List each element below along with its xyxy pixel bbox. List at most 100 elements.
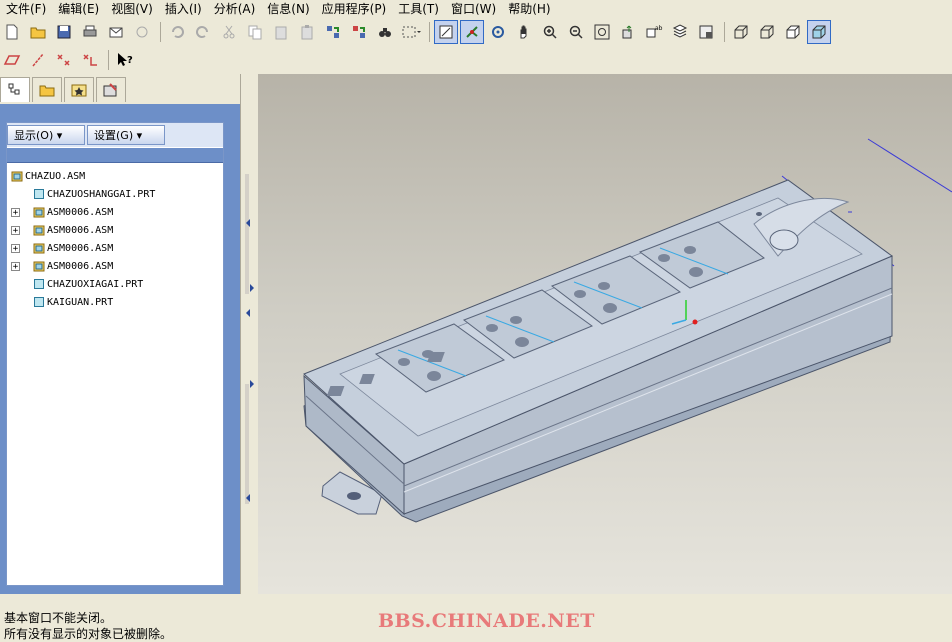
toolbar-separator (724, 22, 725, 42)
no-hidden-icon[interactable] (781, 20, 805, 44)
navigator-panel: 显示(O) ▾ 设置(G) ▾ CHAZUO.ASM CHAZUOSHANGGAI… (0, 104, 240, 594)
tree-node[interactable]: CHAZUOXIAGAI.PRT (7, 275, 223, 293)
repaint-icon[interactable] (434, 20, 458, 44)
main-toolbar: ab (0, 19, 952, 45)
tree-node[interactable]: + ASM0006.ASM (7, 203, 223, 221)
regenerate-icon[interactable] (321, 20, 345, 44)
pan-hand-icon[interactable] (512, 20, 536, 44)
open-folder-icon[interactable] (26, 20, 50, 44)
send-mail-icon[interactable] (104, 20, 128, 44)
zoom-in-icon[interactable] (538, 20, 562, 44)
svg-text:?: ? (127, 55, 133, 66)
tree-node-label: ASM0006.ASM (47, 206, 114, 218)
datum-toolbar: ? (0, 47, 952, 73)
expand-icon[interactable]: + (11, 261, 20, 271)
expand-icon[interactable]: + (11, 225, 20, 235)
menu-item[interactable]: 视图(V) (105, 0, 159, 18)
status-message-2: 所有没有显示的对象已被删除。 (4, 627, 173, 641)
part-icon (34, 297, 44, 307)
context-help-icon[interactable]: ? (113, 48, 137, 72)
toolbar-separator (108, 50, 109, 70)
datum-plane-display-icon[interactable] (0, 48, 24, 72)
menu-item[interactable]: 文件(F) (0, 0, 52, 18)
tree-node[interactable]: + ASM0006.ASM (7, 221, 223, 239)
layers-icon[interactable] (668, 20, 692, 44)
part-icon (34, 189, 44, 199)
saved-views-icon[interactable]: ab (642, 20, 666, 44)
tree-node-label: KAIGUAN.PRT (47, 296, 114, 308)
new-file-icon[interactable] (0, 20, 24, 44)
tree-node[interactable]: CHAZUO.ASM (7, 167, 223, 185)
model-tree-pane: 显示(O) ▾ 设置(G) ▾ CHAZUO.ASM CHAZUOSHANGGAI… (6, 122, 224, 586)
tree-node[interactable]: KAIGUAN.PRT (7, 293, 223, 311)
tree-node-label: CHAZUOSHANGGAI.PRT (47, 188, 156, 200)
toolbar-separator (160, 22, 161, 42)
svg-text:ab: ab (655, 25, 663, 32)
coordinate-system-display-icon[interactable] (78, 48, 102, 72)
reorient-icon[interactable] (616, 20, 640, 44)
tab-model-tree[interactable] (0, 77, 30, 102)
show-dropdown-button[interactable]: 显示(O) ▾ (7, 125, 85, 145)
wireframe-icon[interactable] (729, 20, 753, 44)
assembly-icon (33, 261, 45, 272)
menu-bar: 文件(F) 编辑(E) 视图(V) 插入(I) 分析(A) 信息(N) 应用程序(P) 工具(… (0, 0, 952, 18)
menu-item[interactable]: 插入(I) (159, 0, 208, 18)
datum-axis-display-icon[interactable] (26, 48, 50, 72)
datum-point-display-icon[interactable] (52, 48, 76, 72)
tab-favorites[interactable] (64, 77, 94, 102)
tree-node[interactable]: CHAZUOSHANGGAI.PRT (7, 185, 223, 203)
menu-item[interactable]: 应用程序(P) (316, 0, 393, 18)
menu-item[interactable]: 分析(A) (208, 0, 262, 18)
tab-folder-browser[interactable] (32, 77, 62, 102)
tree-node-label: ASM0006.ASM (47, 260, 114, 272)
menu-item[interactable]: 编辑(E) (52, 0, 105, 18)
panel-splitter[interactable] (240, 74, 257, 594)
spin-center-icon[interactable] (460, 20, 484, 44)
copy-icon[interactable] (243, 20, 267, 44)
undo-icon[interactable] (165, 20, 189, 44)
redo-icon[interactable] (191, 20, 215, 44)
zoom-out-icon[interactable] (564, 20, 588, 44)
tree-filter-bar[interactable] (7, 147, 223, 163)
paste-icon[interactable] (269, 20, 293, 44)
expand-icon[interactable]: + (11, 207, 20, 217)
settings-dropdown-button[interactable]: 设置(G) ▾ (87, 125, 165, 145)
assembly-icon (33, 225, 45, 236)
send-mail-disabled-icon[interactable] (130, 20, 154, 44)
paste-special-icon[interactable] (295, 20, 319, 44)
graphics-viewport[interactable] (258, 74, 952, 594)
assembly-icon (33, 207, 45, 218)
selection-box-icon[interactable] (399, 20, 423, 44)
cut-icon[interactable] (217, 20, 241, 44)
shading-icon[interactable] (807, 20, 831, 44)
watermark-text: BBS.CHINADE.NET (378, 610, 595, 632)
print-icon[interactable] (78, 20, 102, 44)
menu-item[interactable]: 帮助(H) (502, 0, 556, 18)
refit-icon[interactable] (590, 20, 614, 44)
power-strip-model (303, 138, 952, 523)
expand-icon[interactable]: + (11, 243, 20, 253)
menu-item[interactable]: 信息(N) (261, 0, 315, 18)
toolbar-separator (429, 22, 430, 42)
tab-connections[interactable] (96, 77, 126, 102)
tree-node[interactable]: + ASM0006.ASM (7, 239, 223, 257)
model-tree: CHAZUO.ASM CHAZUOSHANGGAI.PRT + ASM0006.ASM… (7, 163, 223, 311)
tree-node[interactable]: + ASM0006.ASM (7, 257, 223, 275)
menu-item[interactable]: 窗口(W) (445, 0, 502, 18)
search-binoculars-icon[interactable] (373, 20, 397, 44)
hidden-line-icon[interactable] (755, 20, 779, 44)
orient-mode-icon[interactable] (486, 20, 510, 44)
tree-node-label: CHAZUO.ASM (25, 170, 86, 182)
regenerate-manager-icon[interactable] (347, 20, 371, 44)
model-tree-header: 显示(O) ▾ 设置(G) ▾ (7, 123, 223, 147)
navigator-tabs (0, 77, 240, 103)
save-icon[interactable] (52, 20, 76, 44)
view-manager-icon[interactable] (694, 20, 718, 44)
assembly-icon (33, 243, 45, 254)
status-message-1: 基本窗口不能关闭。 (4, 611, 113, 625)
assembly-icon (11, 171, 23, 182)
menu-item[interactable]: 工具(T) (392, 0, 445, 18)
